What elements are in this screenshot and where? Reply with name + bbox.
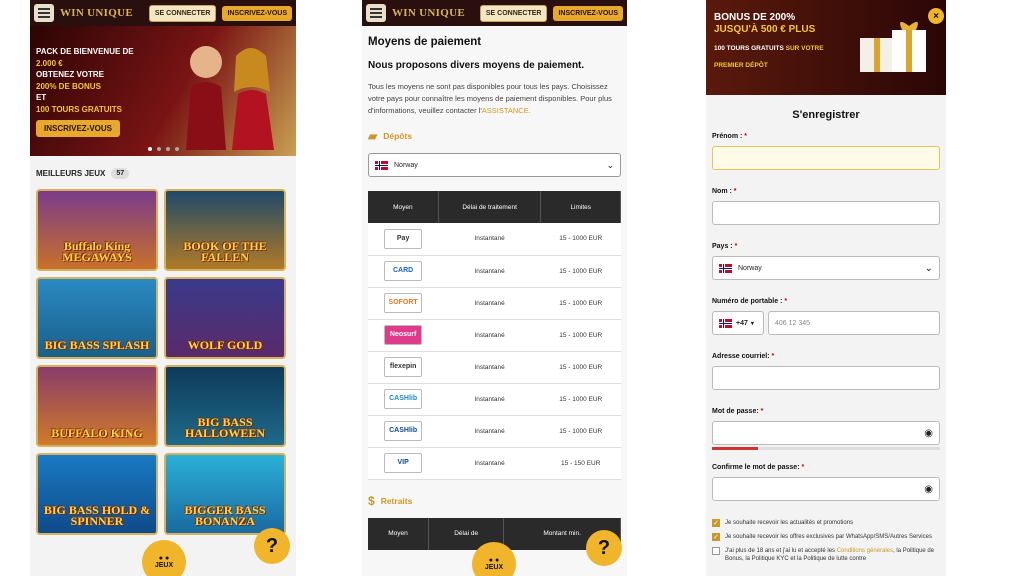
confirm-password-label: Confirme le mot de passe: * xyxy=(712,464,805,471)
country-select[interactable]: Norway ⌄ xyxy=(368,153,621,177)
signup-form: S'enregistrer Prénom : * Nom : * Pays : … xyxy=(706,95,946,576)
cash-icon: ▰ xyxy=(368,129,378,143)
chevron-down-icon: ⌄ xyxy=(606,159,614,170)
payment-logo: flexepin xyxy=(384,357,423,377)
norway-flag-icon xyxy=(719,263,732,273)
games-count-badge: 57 xyxy=(111,168,130,179)
login-button[interactable]: SE CONNECTER xyxy=(479,4,548,22)
gift-icon xyxy=(860,21,926,72)
top-header: WIN UNIQUE SE CONNECTER INSCRIVEZ-VOUS xyxy=(30,0,296,26)
top-games-header: MEILLEURS JEUX 57 xyxy=(30,156,296,189)
payment-logo: Pay xyxy=(384,228,423,249)
menu-icon[interactable] xyxy=(366,4,386,22)
chevron-down-icon: ⌄ xyxy=(924,262,933,274)
table-row: CASHlib Instantané 15 - 1000 EUR xyxy=(368,383,621,416)
game-tile[interactable]: BIG BASS HOLD & SPINNER xyxy=(36,453,158,535)
site-logo[interactable]: WIN UNIQUE xyxy=(392,7,474,19)
withdrawals-section-header: $ Retraits xyxy=(368,493,413,508)
help-button[interactable]: ? xyxy=(586,530,622,566)
couple-image xyxy=(186,46,274,150)
table-row: Pay Instantané 15 - 1000 EUR xyxy=(368,223,621,256)
payment-logo: SOFORT xyxy=(384,293,423,313)
payment-logo: CARD xyxy=(384,261,423,281)
site-logo[interactable]: WIN UNIQUE xyxy=(60,7,143,19)
game-tile[interactable]: WOLF GOLD xyxy=(164,277,286,359)
table-row: CARD Instantané 15 - 1000 EUR xyxy=(368,255,621,288)
country-label: Pays : * xyxy=(712,243,738,250)
game-tile[interactable]: BUFFALO KING xyxy=(36,365,158,447)
payment-logo: CASHlib xyxy=(384,389,423,409)
first-name-label: Prénom : * xyxy=(712,133,748,140)
signup-screen: BONUS DE 200% JUSQU'À 500 € PLUS 100 TOU… xyxy=(706,0,946,576)
payment-logo: Neosurf xyxy=(384,325,423,345)
email-input[interactable] xyxy=(712,366,940,390)
table-row: CASHlib Instantané 15 - 1000 EUR xyxy=(368,415,621,448)
close-icon[interactable]: × xyxy=(928,8,944,24)
signup-bonus-banner: BONUS DE 200% JUSQU'À 500 € PLUS 100 TOU… xyxy=(706,0,946,95)
table-row: flexepin Instantané 15 - 1000 EUR xyxy=(368,351,621,384)
carousel-dots[interactable] xyxy=(30,147,296,151)
form-title: S'enregistrer xyxy=(792,109,860,121)
last-name-input[interactable] xyxy=(712,201,940,225)
phone-label: Numéro de portable : * xyxy=(712,298,788,305)
first-name-input[interactable] xyxy=(712,146,940,170)
eye-icon[interactable]: ◉ xyxy=(924,484,933,495)
phone-input[interactable]: 406 12 345 xyxy=(768,311,940,335)
last-name-label: Nom : * xyxy=(712,188,737,195)
confirm-password-input[interactable]: ◉ xyxy=(712,477,940,501)
page-title: Moyens de paiement xyxy=(368,36,482,48)
table-row: SOFORT Instantané 15 - 1000 EUR xyxy=(368,287,621,320)
money-bag-icon: $ xyxy=(368,493,375,508)
terms-link[interactable]: Conditions générales xyxy=(837,548,893,554)
dice-icon: ● ● xyxy=(158,555,170,562)
welcome-banner[interactable]: PACK DE BIENVENUE DE 2.000 € OBTENEZ VOT… xyxy=(30,26,296,156)
table-row: VIP Instantané 15 - 150 EUR xyxy=(368,447,621,480)
email-label: Adresse courriel: * xyxy=(712,353,775,360)
norway-flag-icon xyxy=(719,318,732,328)
whatsapp-checkbox-row[interactable]: ✓ Je souhaite recevoir les offres exclusi… xyxy=(712,533,940,541)
page-subtitle: Nous proposons divers moyens de paiement… xyxy=(368,60,585,71)
column-header: Moyen xyxy=(368,191,439,223)
top-header: WIN UNIQUE SE CONNECTER INSCRIVEZ-VOUS xyxy=(362,0,627,26)
game-tile[interactable]: Buffalo King MEGAWAYS xyxy=(36,189,158,271)
assistance-link[interactable]: ASSISTANCE. xyxy=(482,106,531,115)
terms-checkbox-row[interactable]: J'ai plus de 18 ans et j'ai lu et accept… xyxy=(712,547,940,563)
game-tile[interactable]: BIGGER BASS BONANZA xyxy=(164,453,286,535)
games-grid: Buffalo King MEGAWAYS BOOK OF THE FALLEN… xyxy=(30,189,296,535)
norway-flag-icon xyxy=(375,160,388,170)
eye-icon[interactable]: ◉ xyxy=(924,428,933,439)
checkbox[interactable] xyxy=(712,547,720,555)
deposits-table: Moyen Délai de traitement Limites Pay Ins… xyxy=(368,191,621,480)
dice-icon: ● ● xyxy=(488,557,500,564)
payment-logo: VIP xyxy=(384,453,423,473)
games-fab-button[interactable]: ● ● JEUX xyxy=(142,540,186,576)
menu-icon[interactable] xyxy=(34,4,54,22)
password-input[interactable]: ◉ xyxy=(712,421,940,445)
deposits-section-header: ▰ Dépôts xyxy=(368,129,413,143)
hero-register-button[interactable]: INSCRIVEZ-VOUS xyxy=(36,120,121,137)
column-header: Moyen xyxy=(368,517,430,550)
casino-home-screen: WIN UNIQUE SE CONNECTER INSCRIVEZ-VOUS P… xyxy=(30,0,296,576)
column-header: Délai de traitement xyxy=(438,191,542,223)
top-games-title: MEILLEURS JEUX xyxy=(36,169,106,178)
country-select[interactable]: Norway ⌄ xyxy=(712,256,940,280)
register-button[interactable]: INSCRIVEZ-VOUS xyxy=(553,5,623,21)
table-row: Neosurf Instantané 15 - 1000 EUR xyxy=(368,319,621,352)
game-tile[interactable]: BOOK OF THE FALLEN xyxy=(164,189,286,271)
newsletter-checkbox-row[interactable]: ✓ Je souhaite recevoir les actualités et … xyxy=(712,519,940,527)
payment-logo: CASHlib xyxy=(384,421,423,441)
game-tile[interactable]: BIG BASS SPLASH xyxy=(36,277,158,359)
game-tile[interactable]: BIG BASS HALLOWEEN xyxy=(164,365,286,447)
help-button[interactable]: ? xyxy=(254,528,290,564)
password-label: Mot de passe: * xyxy=(712,408,764,415)
payment-info-text: Tous les moyens ne sont pas disponibles … xyxy=(368,82,612,115)
checkbox[interactable]: ✓ xyxy=(712,533,720,541)
password-strength-bar xyxy=(712,447,940,450)
login-button[interactable]: SE CONNECTER xyxy=(148,4,217,22)
payment-methods-screen: WIN UNIQUE SE CONNECTER INSCRIVEZ-VOUS M… xyxy=(362,0,627,576)
phone-code-select[interactable]: +47 ▾ xyxy=(712,311,764,335)
checkbox[interactable]: ✓ xyxy=(712,519,720,527)
column-header: Limites xyxy=(540,191,621,223)
register-button[interactable]: INSCRIVEZ-VOUS xyxy=(222,5,292,21)
